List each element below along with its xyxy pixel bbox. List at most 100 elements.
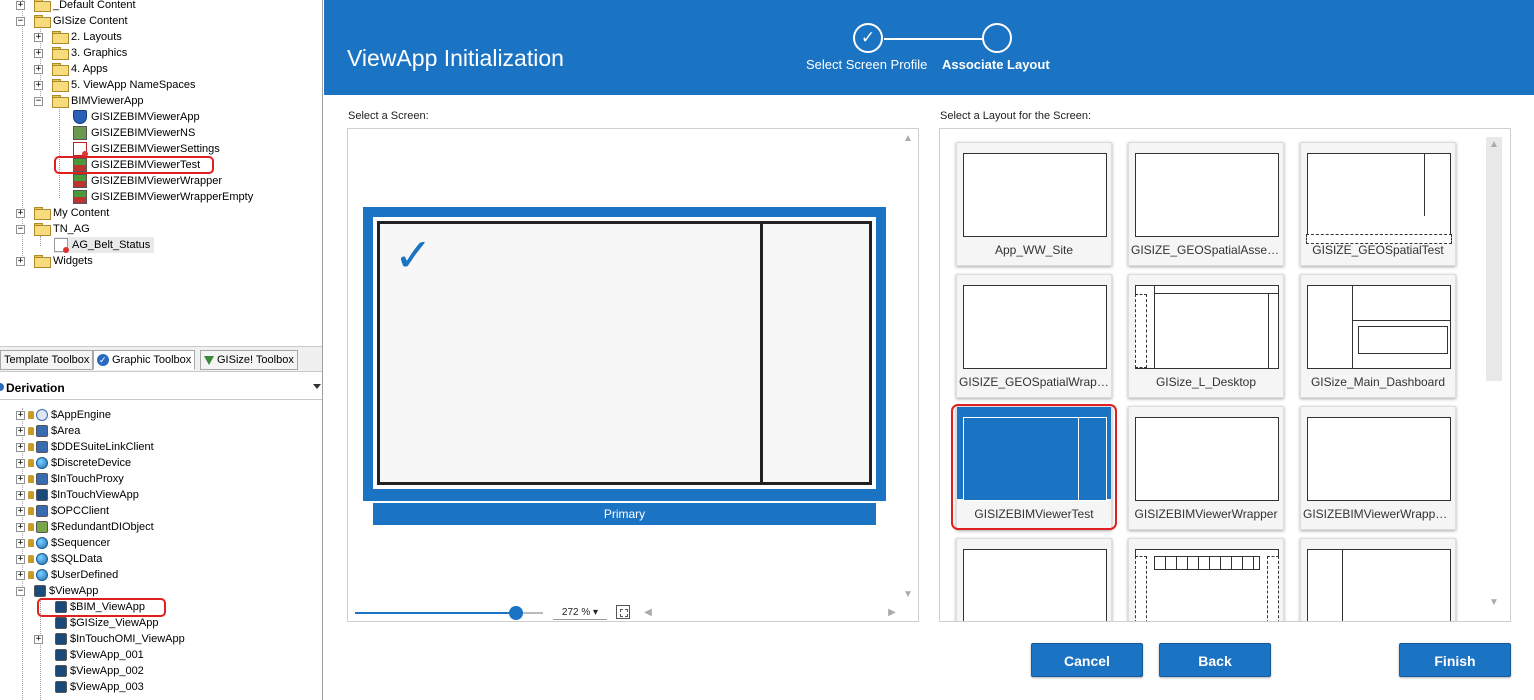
scrollbar[interactable] xyxy=(1486,137,1502,381)
expand-icon[interactable]: + xyxy=(16,491,25,500)
tree-item[interactable]: + 4. Apps xyxy=(34,61,108,77)
layout-card[interactable]: App_WW_Site xyxy=(956,142,1112,266)
tree-item[interactable]: − TN_AG xyxy=(16,221,90,237)
template-item[interactable]: + $UserDefined xyxy=(16,567,118,583)
expand-icon[interactable]: + xyxy=(16,507,25,516)
pane-side[interactable] xyxy=(760,221,872,485)
layout-thumbnail xyxy=(1306,153,1452,244)
tree-item[interactable]: GISIZEBIMViewerWrapperEmpty xyxy=(73,189,253,205)
expand-icon[interactable]: + xyxy=(16,555,25,564)
tree-item-selected[interactable]: GISIZEBIMViewerTest xyxy=(73,157,200,173)
expand-icon[interactable]: + xyxy=(34,81,43,90)
scroll-left-icon[interactable]: ◀ xyxy=(640,605,656,621)
tab-gisize-toolbox[interactable]: GISize! Toolbox xyxy=(200,350,298,370)
scroll-down-icon[interactable]: ▼ xyxy=(900,587,916,603)
template-item[interactable]: + $InTouchViewApp xyxy=(16,487,139,503)
template-item[interactable]: $ViewApp_001 xyxy=(55,647,144,663)
expand-icon[interactable]: + xyxy=(34,635,43,644)
layout-card[interactable]: GISIZE_GEOSpatialAssets... xyxy=(1128,142,1284,266)
tree-item[interactable]: GISIZEBIMViewerNS xyxy=(73,125,195,141)
template-item[interactable]: $ViewApp_002 xyxy=(55,663,144,679)
layout-card[interactable]: GISIZEBIMViewerWrapper... xyxy=(1300,406,1456,530)
scroll-up-icon[interactable]: ▲ xyxy=(1486,137,1502,153)
tab-graphic-toolbox[interactable]: Graphic Toolbox xyxy=(93,350,196,370)
collapse-icon[interactable]: − xyxy=(16,17,25,26)
layout-name: GISIZE_GEOSpatialTest xyxy=(1312,243,1444,257)
back-button[interactable]: Back xyxy=(1159,643,1271,677)
template-item[interactable]: + $InTouchOMI_ViewApp xyxy=(34,631,185,647)
tab-template-toolbox[interactable]: Template Toolbox xyxy=(0,350,94,370)
layout-card[interactable]: GISIZE_GEOSpatialWrapper xyxy=(956,274,1112,398)
tree-item[interactable]: GISIZEBIMViewerSettings xyxy=(73,141,220,157)
tree-item[interactable]: + 3. Graphics xyxy=(34,45,127,61)
lock-icon xyxy=(28,523,34,531)
collapse-icon[interactable]: − xyxy=(34,97,43,106)
derivation-header[interactable]: Derivation xyxy=(0,376,322,400)
expand-icon[interactable]: + xyxy=(16,571,25,580)
step-label-select-screen-profile: Select Screen Profile xyxy=(806,57,928,72)
lock-icon xyxy=(28,475,34,483)
tree-item[interactable]: + My Content xyxy=(16,205,109,221)
collapse-icon[interactable]: − xyxy=(16,225,25,234)
layout-card[interactable]: GISize_Main_Dashboard xyxy=(1300,274,1456,398)
template-item[interactable]: + $AppEngine xyxy=(16,407,111,423)
cancel-button[interactable]: Cancel xyxy=(1031,643,1143,677)
template-item[interactable]: + $DDESuiteLinkClient xyxy=(16,439,154,455)
template-item-selected[interactable]: $BIM_ViewApp xyxy=(55,599,145,615)
expand-icon[interactable]: + xyxy=(16,539,25,548)
collapse-icon[interactable]: − xyxy=(16,587,25,596)
zoom-slider-track-rest[interactable] xyxy=(523,612,543,614)
zoom-slider-thumb[interactable] xyxy=(509,606,523,620)
tree-item[interactable]: AG_Belt_Status xyxy=(54,237,155,253)
expand-icon[interactable]: + xyxy=(34,49,43,58)
template-item[interactable]: + $DiscreteDevice xyxy=(16,455,131,471)
expand-icon[interactable]: + xyxy=(16,459,25,468)
template-item[interactable]: + $RedundantDIObject xyxy=(16,519,154,535)
fit-to-screen-icon[interactable] xyxy=(616,605,630,619)
tree-item[interactable]: + 5. ViewApp NameSpaces xyxy=(34,77,196,93)
tree-item[interactable]: − BIMViewerApp xyxy=(34,93,144,109)
template-item[interactable]: + $Area xyxy=(16,423,80,439)
tree-item[interactable]: + Widgets xyxy=(16,253,93,269)
viewapp-icon xyxy=(34,585,46,597)
expand-icon[interactable]: + xyxy=(16,411,25,420)
expand-icon[interactable]: + xyxy=(34,65,43,74)
scroll-right-icon[interactable]: ▶ xyxy=(884,605,900,621)
layout-card[interactable] xyxy=(1300,538,1456,621)
expand-icon[interactable]: + xyxy=(34,33,43,42)
pane-main[interactable]: ✓ xyxy=(377,221,763,485)
tree-item[interactable]: − GISize Content xyxy=(16,13,128,29)
layout-card[interactable]: GISize_L_Desktop xyxy=(1128,274,1284,398)
template-item[interactable]: − $ViewApp xyxy=(16,583,98,599)
tree-item[interactable]: GISIZEBIMViewerWrapper xyxy=(73,173,222,189)
expand-icon[interactable]: + xyxy=(16,257,25,266)
expand-icon[interactable]: + xyxy=(16,427,25,436)
screen-preview[interactable]: ✓ xyxy=(363,207,886,501)
tree-item[interactable]: GISIZEBIMViewerApp xyxy=(73,109,200,125)
layout-card[interactable]: GISIZEBIMViewerWrapper xyxy=(1128,406,1284,530)
scroll-up-icon[interactable]: ▲ xyxy=(900,131,916,147)
zoom-dropdown[interactable]: 272 % ▾ xyxy=(553,606,607,620)
expand-icon[interactable]: + xyxy=(16,209,25,218)
folder-icon xyxy=(34,207,51,220)
expand-icon[interactable]: + xyxy=(16,523,25,532)
expand-icon[interactable]: + xyxy=(16,443,25,452)
template-item[interactable]: + $OPCClient xyxy=(16,503,109,519)
layout-card[interactable] xyxy=(1128,538,1284,621)
finish-button[interactable]: Finish xyxy=(1399,643,1511,677)
layout-card[interactable] xyxy=(956,538,1112,621)
template-item[interactable]: $ViewApp_003 xyxy=(55,679,144,695)
template-item[interactable]: + $InTouchProxy xyxy=(16,471,124,487)
template-item[interactable]: + $SQLData xyxy=(16,551,102,567)
template-item[interactable]: + $Sequencer xyxy=(16,535,110,551)
expand-icon[interactable]: + xyxy=(16,475,25,484)
expand-icon[interactable]: + xyxy=(16,1,25,10)
tree-item[interactable]: + _Default Content xyxy=(16,0,136,13)
template-item[interactable]: $GISize_ViewApp xyxy=(55,615,158,631)
layout-icon xyxy=(73,158,87,172)
chevron-down-icon[interactable] xyxy=(313,384,321,389)
tree-item[interactable]: + 2. Layouts xyxy=(34,29,122,45)
layout-card-selected[interactable]: GISIZEBIMViewerTest xyxy=(956,406,1112,530)
layout-card[interactable]: GISIZE_GEOSpatialTest xyxy=(1300,142,1456,266)
scroll-down-icon[interactable]: ▼ xyxy=(1486,595,1502,611)
